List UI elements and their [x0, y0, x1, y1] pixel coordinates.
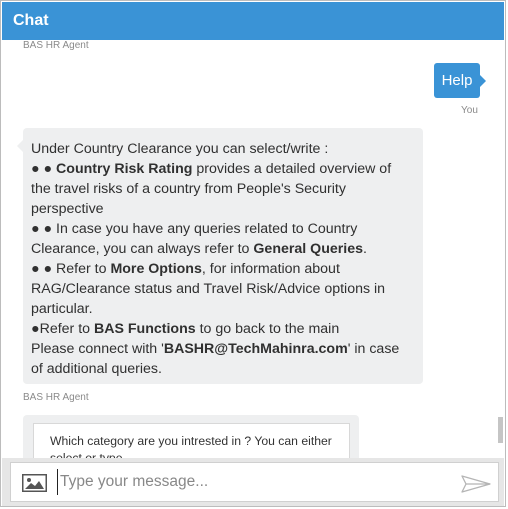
send-icon[interactable]: [461, 475, 491, 493]
bold-text: Country Risk Rating: [56, 161, 193, 177]
message-text: the travel risks of a country from Peopl…: [31, 181, 346, 197]
user-message-text: Help: [441, 72, 473, 89]
bold-text: BAS Functions: [93, 321, 196, 337]
message-text: Clearance, you can always refer to: [31, 241, 254, 257]
user-message-bubble: Help: [434, 63, 486, 98]
message-text: of additional queries.: [31, 361, 162, 377]
message-text: , for information about: [201, 261, 340, 277]
bold-text: More Options: [110, 261, 202, 277]
card-text: Which category are you intrested in ? Yo…: [50, 434, 332, 458]
chat-title: Chat: [13, 12, 49, 29]
message-text: ● ● In case you have any queries related…: [31, 221, 358, 237]
message-text: ● ●: [31, 161, 57, 177]
message-text: particular.: [31, 301, 93, 317]
message-line: ●Refer to BAS Functions to go back to th…: [31, 319, 423, 339]
message-text: provides a detailed overview of: [192, 161, 392, 177]
chat-header: Chat: [2, 2, 504, 40]
message-line: ● ● Refer to More Options, for informati…: [31, 259, 423, 279]
agent-label: BAS HR Agent: [23, 40, 89, 51]
message-text: ' in case: [347, 341, 400, 357]
you-label: You: [461, 105, 478, 116]
category-card: Which category are you intrested in ? Yo…: [33, 423, 350, 458]
bold-text: BASHR@TechMahinra.com: [163, 341, 348, 357]
bold-text: General Queries: [253, 241, 364, 257]
message-line: the travel risks of a country from Peopl…: [31, 179, 423, 199]
message-line: Please connect with 'BASHR@TechMahinra.c…: [31, 339, 423, 359]
message-list[interactable]: BAS HR Agent Help You Under Country Clea…: [3, 40, 503, 458]
message-line: particular.: [31, 299, 423, 319]
composer-bar: [2, 458, 504, 506]
message-line: Clearance, you can always refer to Gener…: [31, 239, 423, 259]
message-text: perspective: [31, 201, 104, 217]
message-line: of additional queries.: [31, 359, 423, 379]
message-input[interactable]: [57, 469, 440, 495]
image-icon[interactable]: [22, 474, 47, 492]
composer-box: [10, 462, 499, 502]
agent-label: BAS HR Agent: [23, 392, 89, 403]
scrollbar-thumb[interactable]: [498, 417, 503, 443]
message-line: perspective: [31, 199, 423, 219]
message-text: to go back to the main: [195, 321, 340, 337]
agent-message-bubble: Under Country Clearance you can select/w…: [17, 128, 423, 384]
agent-card-bubble: Which category are you intrested in ? Yo…: [23, 415, 359, 458]
message-text: ●Refer to: [31, 321, 94, 337]
message-line: RAG/Clearance status and Travel Risk/Adv…: [31, 279, 423, 299]
message-line: ● ● In case you have any queries related…: [31, 219, 423, 239]
message-text: RAG/Clearance status and Travel Risk/Adv…: [31, 281, 386, 297]
message-text: Please connect with ': [31, 341, 164, 357]
message-text: Under Country Clearance you can select/w…: [31, 141, 329, 157]
message-line: Under Country Clearance you can select/w…: [31, 139, 423, 159]
message-line: ● ● Country Risk Rating provides a detai…: [31, 159, 423, 179]
message-text: .: [363, 241, 367, 257]
message-text: ● ● Refer to: [31, 261, 111, 277]
